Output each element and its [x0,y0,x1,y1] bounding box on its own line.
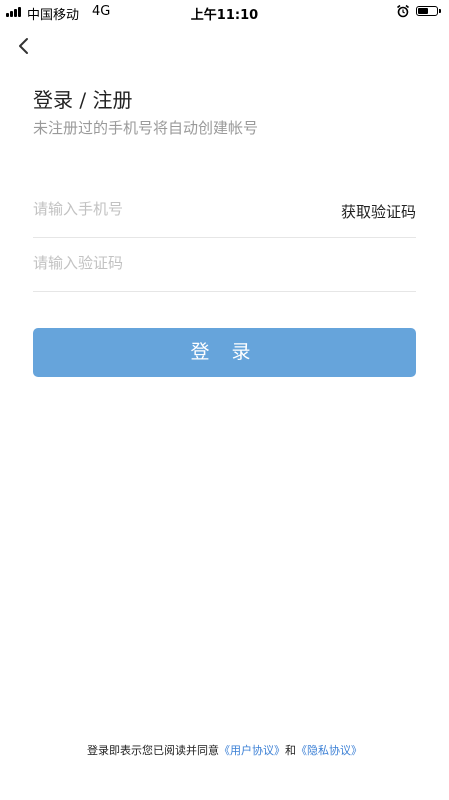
battery-level [418,8,429,14]
page-title: 登录 / 注册 [33,88,133,112]
page-subtitle: 未注册过的手机号将自动创建帐号 [33,119,259,137]
code-field [33,236,416,292]
agreement-conjunction: 和 [285,744,296,757]
get-code-button[interactable]: 获取验证码 [341,201,416,222]
chevron-left-icon [19,38,28,54]
phone-input[interactable] [33,182,323,236]
status-bar: 中国移动 4G 上午11:10 [0,0,449,24]
battery-icon [416,6,441,16]
privacy-agreement-link[interactable]: 《隐私协议》 [296,744,362,757]
agreement-prefix: 登录即表示您已阅读并同意 [87,744,219,757]
user-agreement-link[interactable]: 《用户协议》 [219,744,285,757]
status-time: 上午11:10 [190,8,259,23]
alarm-clock-icon [396,4,410,18]
verification-code-input[interactable] [33,236,416,290]
login-button[interactable]: 登 录 [33,328,416,377]
agreement-text: 登录即表示您已阅读并同意《用户协议》和《隐私协议》 [0,742,449,758]
phone-field: 获取验证码 [33,182,416,238]
back-button[interactable] [14,36,34,56]
